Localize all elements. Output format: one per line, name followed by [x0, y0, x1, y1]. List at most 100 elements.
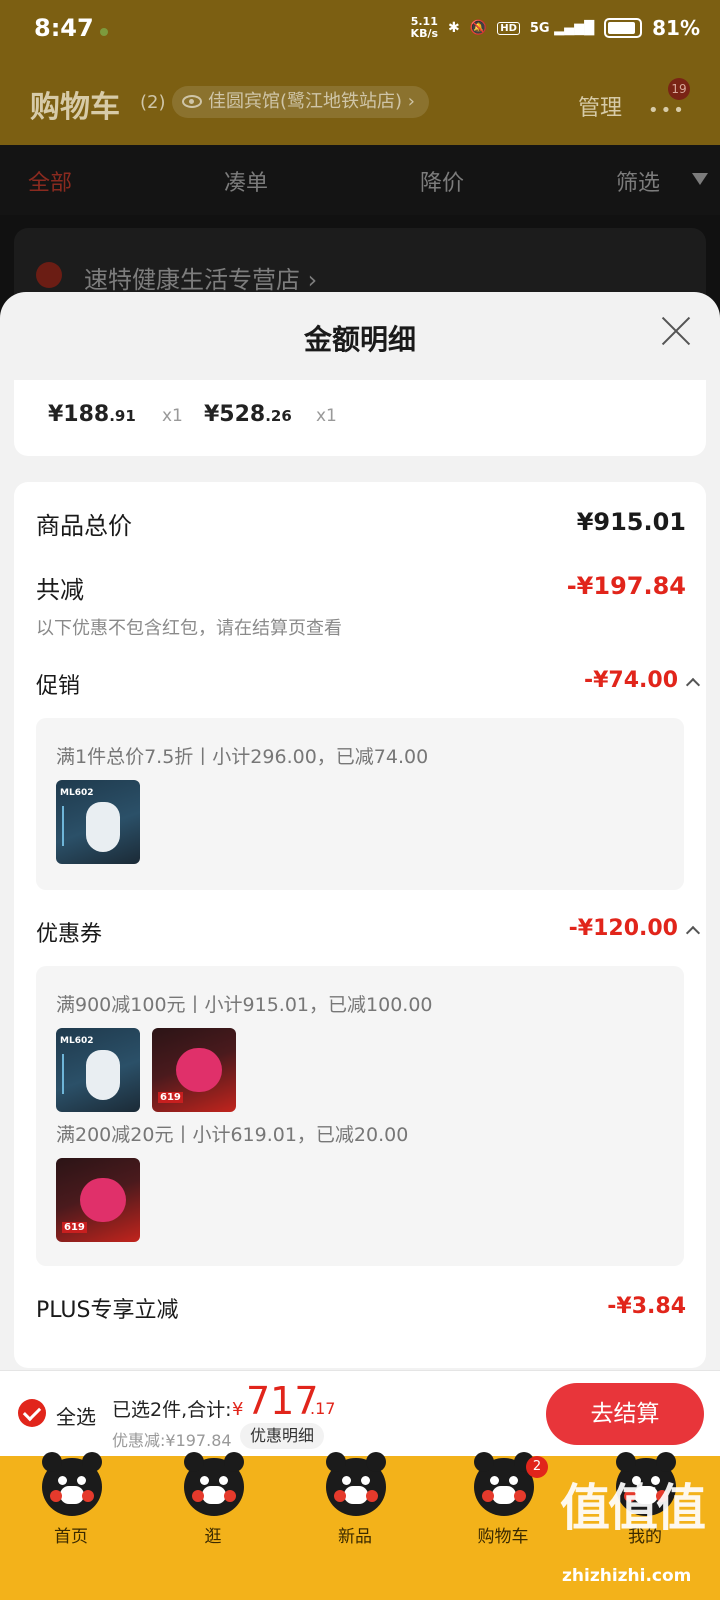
- watermark-logo: 值值值: [560, 1479, 706, 1537]
- chevron-up-icon[interactable]: [685, 677, 701, 693]
- status-time: 8:47: [34, 14, 94, 42]
- item-price-decimal: .91: [109, 407, 136, 425]
- battery-percent: 81%: [652, 16, 700, 40]
- checkout-button[interactable]: 去结算: [546, 1383, 704, 1445]
- bear-mascot-icon: [184, 1452, 244, 1516]
- coupon-value[interactable]: -¥120.00: [569, 916, 678, 941]
- price-breakdown-card: 商品总价 ¥915.01 共减 -¥197.84 以下优惠不包含红包，请在结算页…: [14, 482, 706, 1368]
- notification-dot-icon: [100, 28, 108, 36]
- coupon-rule: 满200减20元丨小计619.01，已减20.00: [56, 1124, 409, 1146]
- plus-label: PLUS专享立减: [36, 1298, 179, 1323]
- item-price: ¥188.91: [48, 402, 136, 427]
- item-qty: x1: [162, 406, 183, 426]
- coupon-label: 优惠券: [36, 922, 103, 947]
- store-name[interactable]: 速特健康生活专营店 ›: [84, 260, 317, 295]
- mouse-image-icon: [86, 802, 120, 852]
- product-thumbnail-white-mouse[interactable]: ML602: [56, 1028, 140, 1112]
- cart-badge: 2: [526, 1456, 548, 1478]
- discount-label: 共减: [36, 576, 84, 604]
- select-all-checkbox[interactable]: [18, 1399, 46, 1427]
- store-checkbox[interactable]: [36, 262, 62, 288]
- item-price: ¥528.26: [204, 402, 292, 427]
- coupon-panel: 满900减100元丨小计915.01，已减100.00 ML602 619 满2…: [36, 966, 684, 1266]
- item-price-decimal: .26: [265, 407, 292, 425]
- discount-detail-button[interactable]: 优惠明细: [240, 1423, 325, 1449]
- total-currency: ¥: [232, 1399, 244, 1420]
- tabbar-cart[interactable]: 2 购物车: [448, 1452, 558, 1547]
- product-thumbnail-pink-mouse[interactable]: 619: [56, 1158, 140, 1242]
- thumbnail-tag: 619: [62, 1222, 87, 1233]
- thumbnail-tag: ML602: [60, 788, 94, 798]
- item-qty: x1: [316, 406, 337, 426]
- tabbar-label: 新品: [338, 1527, 372, 1547]
- close-icon[interactable]: [660, 314, 692, 346]
- discount-value: -¥197.84: [566, 572, 686, 600]
- bear-mascot-icon: [326, 1452, 386, 1516]
- status-bar: 8:47 5.11 KB/s ✱ 🔕 HD 5G ▂▄▆█ 81%: [0, 0, 720, 64]
- tabbar-label: 购物车: [477, 1527, 529, 1547]
- promo-value[interactable]: -¥74.00: [584, 668, 678, 693]
- message-badge: 19: [668, 78, 690, 100]
- product-thumbnail-pink-mouse[interactable]: 619: [152, 1028, 236, 1112]
- tabbar-new[interactable]: 新品: [300, 1452, 410, 1547]
- tabbar-label: 逛: [204, 1527, 222, 1547]
- hd-icon: HD: [497, 21, 520, 35]
- total-value: ¥915.01: [576, 508, 686, 536]
- bluetooth-icon: ✱: [448, 20, 460, 36]
- signal-icon: 5G ▂▄▆█: [529, 20, 595, 36]
- page-title: 购物车: [30, 90, 120, 125]
- bear-mascot-icon: [474, 1452, 534, 1516]
- network-type: 5G: [529, 20, 550, 36]
- item-price-strip: ¥188.91 x1 ¥528.26 x1: [14, 380, 706, 456]
- total-label: 商品总价: [36, 512, 132, 540]
- tab-combine[interactable]: 凑单: [224, 165, 268, 197]
- chevron-up-icon[interactable]: [685, 925, 701, 941]
- total-integer: 717: [246, 1379, 319, 1423]
- select-all-label[interactable]: 全选: [56, 1401, 96, 1430]
- tabbar-label: 首页: [54, 1527, 88, 1547]
- mute-icon: 🔕: [469, 20, 488, 36]
- thumbnail-tag: ML602: [60, 1036, 94, 1046]
- manage-button[interactable]: 管理: [578, 90, 622, 122]
- plus-value: -¥3.84: [607, 1294, 686, 1319]
- checkout-bar: 全选 已选2件,合计: ¥ 717 .17 优惠减:¥197.84 优惠明细 去…: [0, 1370, 720, 1456]
- saved-amount: 优惠减:¥197.84: [112, 1431, 232, 1450]
- cart-header: 购物车 (2) 佳圆宾馆(鹭江地铁站店) › 管理 ••• 19: [0, 70, 720, 136]
- mouse-image-icon: [80, 1178, 126, 1222]
- mouse-image-icon: [176, 1048, 222, 1092]
- battery-icon: [604, 18, 643, 38]
- promo-rule: 满1件总价7.5折丨小计296.00，已减74.00: [56, 746, 429, 768]
- total-decimal: .17: [310, 1399, 336, 1418]
- product-thumbnail-white-mouse[interactable]: ML602: [56, 780, 140, 864]
- sheet-title: 金额明细: [303, 323, 416, 356]
- tab-price-drop[interactable]: 降价: [420, 165, 464, 197]
- promo-label: 促销: [36, 674, 81, 699]
- item-price-integer: ¥528: [204, 402, 266, 427]
- network-speed: 5.11 KB/s: [411, 16, 438, 40]
- eye-icon: [182, 95, 202, 108]
- cart-count: (2): [140, 92, 166, 113]
- item-price-integer: ¥188: [48, 402, 110, 427]
- network-speed-unit: KB/s: [410, 27, 439, 40]
- tabbar-home[interactable]: 首页: [16, 1452, 126, 1547]
- tabbar-browse[interactable]: 逛: [158, 1452, 268, 1547]
- cart-tabs: 全部 凑单 降价 筛选: [0, 145, 720, 215]
- filter-icon[interactable]: [692, 173, 708, 185]
- coupon-rule: 满900减100元丨小计915.01，已减100.00: [56, 994, 433, 1016]
- address-selector[interactable]: 佳圆宾馆(鹭江地铁站店) ›: [172, 86, 429, 118]
- tab-all[interactable]: 全部: [28, 165, 72, 197]
- status-icons: 5.11 KB/s ✱ 🔕 HD 5G ▂▄▆█ 81%: [411, 16, 700, 41]
- thumbnail-decoration: [62, 1054, 82, 1094]
- amount-detail-sheet: 金额明细 ¥188.91 x1 ¥528.26 x1 商品总价 ¥915.01 …: [0, 292, 720, 1398]
- mouse-image-icon: [86, 1050, 120, 1100]
- watermark-url: zhizhizhi.com: [562, 1566, 692, 1586]
- bear-mascot-icon: [42, 1452, 102, 1516]
- address-text: 佳圆宾馆(鹭江地铁站店): [208, 91, 403, 112]
- more-icon[interactable]: •••: [648, 100, 686, 121]
- discount-note: 以下优惠不包含红包，请在结算页查看: [36, 618, 342, 639]
- tab-filter[interactable]: 筛选: [616, 165, 660, 197]
- thumbnail-decoration: [62, 806, 82, 846]
- thumbnail-tag: 619: [158, 1092, 183, 1103]
- promo-panel: 满1件总价7.5折丨小计296.00，已减74.00 ML602: [36, 718, 684, 890]
- chevron-right-icon: ›: [407, 91, 415, 112]
